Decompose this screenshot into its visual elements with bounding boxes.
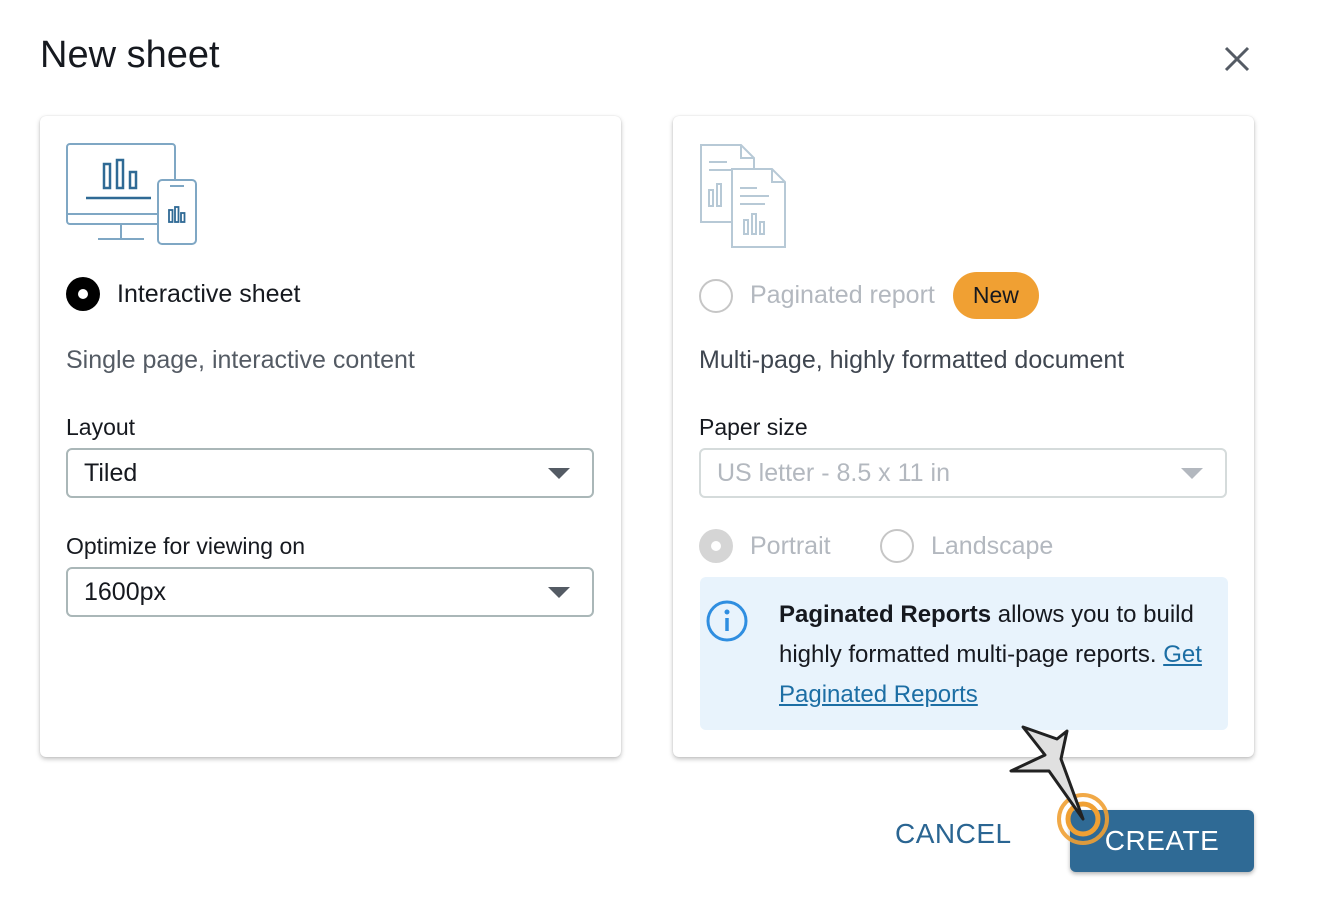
paginated-report-radio[interactable] (699, 278, 733, 313)
paper-size-value: US letter - 8.5 x 11 in (717, 458, 950, 487)
layout-label: Layout (66, 414, 136, 440)
pointer-cursor-icon (1009, 725, 1109, 845)
paper-size-select[interactable]: US letter - 8.5 x 11 in (699, 448, 1227, 498)
interactive-sheet-label: Interactive sheet (117, 279, 301, 308)
paginated-documents-icon (700, 144, 786, 248)
chevron-down-icon (548, 586, 570, 598)
optimize-select[interactable]: 1600px (66, 567, 594, 617)
info-icon (706, 600, 748, 642)
layout-value: Tiled (84, 458, 138, 487)
paginated-report-description: Multi-page, highly formatted document (699, 346, 1125, 374)
portrait-option[interactable]: Portrait (699, 529, 831, 563)
layout-select[interactable]: Tiled (66, 448, 594, 498)
landscape-option[interactable]: Landscape (880, 529, 1053, 563)
chevron-down-icon (548, 467, 570, 479)
landscape-label: Landscape (931, 531, 1054, 560)
interactive-sheet-description: Single page, interactive content (66, 346, 415, 374)
optimize-label: Optimize for viewing on (66, 533, 306, 559)
landscape-radio[interactable] (880, 529, 914, 563)
info-bold-text: Paginated Reports (779, 601, 992, 628)
dashboard-devices-icon (66, 143, 197, 245)
optimize-value: 1600px (84, 577, 167, 606)
info-alert: Paginated Reports allows you to build hi… (700, 577, 1228, 730)
close-icon[interactable] (1218, 40, 1256, 78)
interactive-sheet-card[interactable]: Interactive sheet Single page, interacti… (40, 116, 621, 757)
paper-size-label: Paper size (699, 414, 808, 440)
paginated-report-label: Paginated report (750, 281, 935, 309)
portrait-label: Portrait (750, 531, 831, 560)
paginated-report-option[interactable]: Paginated report New (699, 272, 1039, 319)
dialog-title: New sheet (40, 34, 220, 76)
interactive-sheet-option[interactable]: Interactive sheet (66, 277, 300, 311)
new-badge: New (952, 272, 1039, 319)
info-message: Paginated Reports allows you to build hi… (779, 595, 1209, 715)
cancel-button[interactable]: CANCEL (895, 818, 1012, 850)
interactive-sheet-radio[interactable] (66, 277, 100, 311)
portrait-radio[interactable] (699, 529, 733, 563)
chevron-down-icon (1181, 467, 1203, 479)
